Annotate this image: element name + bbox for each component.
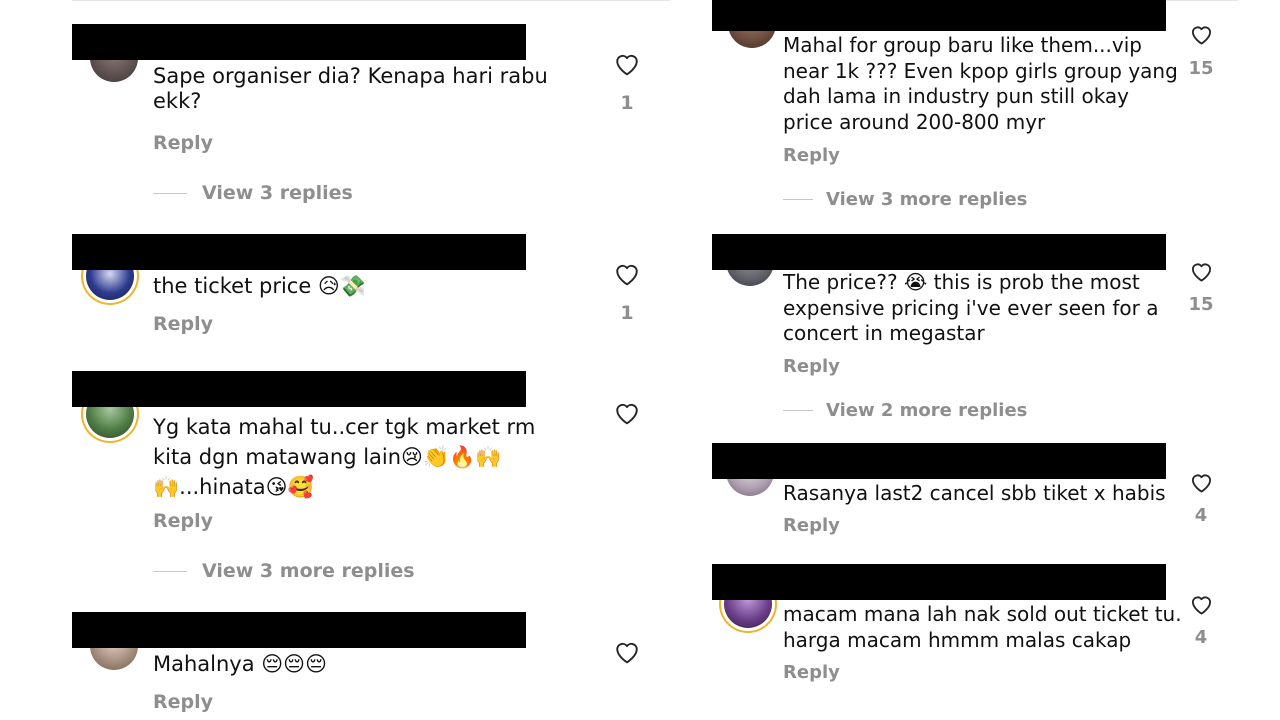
view-replies-button[interactable]: View 3 replies: [153, 182, 353, 204]
redacted-username: [72, 234, 526, 270]
heart-outline-icon[interactable]: [1188, 261, 1214, 282]
like-count: 15: [1188, 58, 1214, 79]
like-count: 1: [620, 302, 634, 324]
redacted-username: [712, 443, 1166, 479]
dash-line: [153, 192, 187, 194]
comment-text: Rasanya last2 cancel sbb tiket x habis: [783, 481, 1166, 505]
like-count: 4: [1194, 627, 1208, 648]
view-replies-button[interactable]: View 2 more replies: [783, 400, 1027, 421]
heart-outline-icon[interactable]: [1188, 594, 1214, 615]
comment-text: Mahalnya 😔😔😔: [153, 652, 327, 676]
reply-button[interactable]: Reply: [783, 515, 840, 536]
view-replies-button[interactable]: View 3 more replies: [153, 560, 415, 582]
heart-outline-icon[interactable]: [612, 52, 642, 76]
comment-text: macam mana lah nak sold out ticket tu. h…: [783, 602, 1182, 652]
reply-button[interactable]: Reply: [153, 313, 213, 335]
comment-text: Yg kata mahal tu..cer tgk market rm kita…: [153, 415, 536, 499]
heart-outline-icon[interactable]: [612, 262, 642, 286]
view-replies-label: View 3 more replies: [826, 189, 1028, 210]
heart-outline-icon[interactable]: [1188, 472, 1214, 493]
reply-button[interactable]: Reply: [153, 691, 213, 713]
like-count: 15: [1188, 294, 1214, 315]
reply-button[interactable]: Reply: [783, 662, 840, 683]
view-replies-label: View 3 more replies: [202, 560, 415, 582]
comment-text: the ticket price 😥💸: [153, 274, 366, 298]
redacted-username: [712, 0, 1166, 31]
redacted-username: [712, 564, 1166, 600]
view-replies-button[interactable]: View 3 more replies: [783, 189, 1027, 210]
redacted-username: [72, 24, 526, 60]
heart-outline-icon[interactable]: [1188, 24, 1214, 45]
dash-line: [783, 410, 813, 411]
view-replies-label: View 2 more replies: [826, 400, 1028, 421]
reply-button[interactable]: Reply: [783, 356, 840, 377]
comments-column-left: Sape organiser dia? Kenapa hari rabu ekk…: [0, 0, 680, 720]
redacted-username: [72, 612, 526, 648]
heart-outline-icon[interactable]: [612, 640, 642, 664]
redacted-username: [712, 234, 1166, 270]
comment-text: Mahal for group baru like them...vip nea…: [783, 33, 1178, 134]
dash-line: [783, 199, 813, 200]
comments-column-right: Mahal for group baru like them...vip nea…: [680, 0, 1280, 720]
like-count: 4: [1194, 505, 1208, 526]
view-replies-label: View 3 replies: [202, 182, 353, 204]
heart-outline-icon[interactable]: [612, 401, 642, 425]
like-count: 1: [620, 92, 634, 114]
comment-text: The price?? 😭 this is prob the most expe…: [783, 270, 1159, 345]
reply-button[interactable]: Reply: [153, 510, 213, 532]
dash-line: [153, 570, 187, 572]
comment-text: Sape organiser dia? Kenapa hari rabu ekk…: [153, 64, 548, 113]
reply-button[interactable]: Reply: [783, 145, 840, 166]
redacted-username: [72, 371, 526, 407]
reply-button[interactable]: Reply: [153, 132, 213, 154]
